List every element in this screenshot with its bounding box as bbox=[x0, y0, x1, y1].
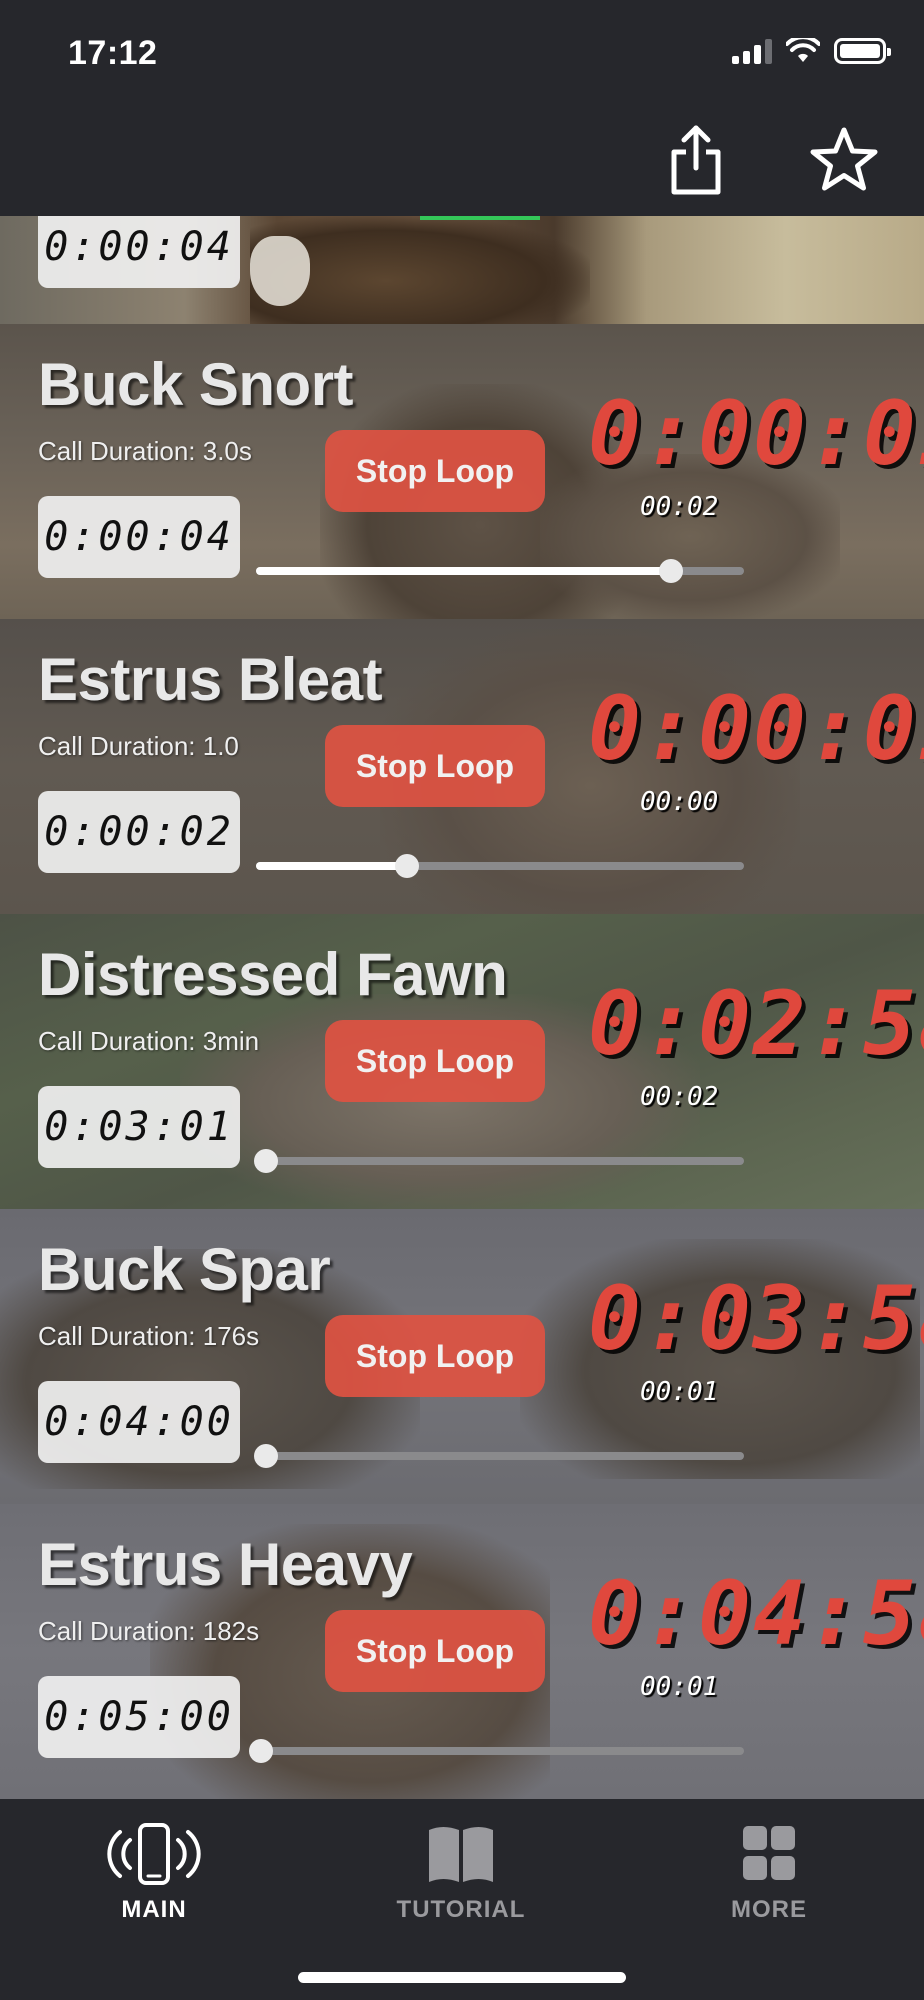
call-list[interactable]: 0:00:04 Buck Snort Call Duration: 3.0s 0… bbox=[0, 216, 924, 1804]
tab-label: TUTORIAL bbox=[396, 1896, 526, 1923]
tab-main[interactable]: MAIN bbox=[54, 1822, 254, 1932]
elapsed-clock: 00:01 bbox=[640, 1377, 719, 1407]
progress-slider[interactable] bbox=[253, 1444, 744, 1468]
call-row-distressed-fawn[interactable]: Distressed Fawn Call Duration: 3min 0:02… bbox=[0, 914, 924, 1209]
nav-bar bbox=[0, 110, 924, 216]
countdown-clock: 0:03:58 bbox=[588, 1267, 924, 1370]
elapsed-clock: 00:00 bbox=[640, 787, 719, 817]
slider-thumb[interactable] bbox=[658, 559, 683, 583]
tab-label: MAIN bbox=[121, 1896, 187, 1923]
cellular-signal-icon bbox=[732, 38, 772, 64]
stop-loop-button[interactable]: Stop Loop bbox=[325, 430, 545, 512]
call-title: Estrus Bleat bbox=[38, 646, 383, 713]
elapsed-clock: 00:01 bbox=[640, 1672, 719, 1702]
star-icon[interactable] bbox=[808, 120, 880, 200]
countdown-clock: 0:00:01 bbox=[588, 677, 924, 780]
tab-label: MORE bbox=[731, 1896, 807, 1923]
grid-icon bbox=[743, 1826, 795, 1880]
progress-slider[interactable] bbox=[248, 1739, 744, 1763]
partial-timer[interactable]: 0:00:04 bbox=[38, 216, 240, 288]
call-duration: Call Duration: 182s bbox=[38, 1616, 260, 1646]
call-row-estrus-bleat[interactable]: Estrus Bleat Call Duration: 1.0 0:00:01 … bbox=[0, 619, 924, 914]
tab-more[interactable]: MORE bbox=[669, 1822, 869, 1932]
loop-timer[interactable]: 0:04:00 bbox=[38, 1381, 240, 1463]
call-row-buck-snort[interactable]: Buck Snort Call Duration: 3.0s 0:00:01 0… bbox=[0, 324, 924, 619]
loop-timer[interactable]: 0:03:01 bbox=[38, 1086, 240, 1168]
elapsed-clock: 00:02 bbox=[640, 1082, 719, 1112]
stop-loop-button[interactable]: Stop Loop bbox=[325, 725, 545, 807]
progress-slider[interactable] bbox=[256, 559, 744, 583]
battery-icon bbox=[834, 38, 891, 64]
call-row-buck-spar[interactable]: Buck Spar Call Duration: 176s 0:03:58 00… bbox=[0, 1209, 924, 1504]
elapsed-clock: 00:02 bbox=[640, 492, 719, 522]
loop-timer[interactable]: 0:00:02 bbox=[38, 791, 240, 873]
loop-timer[interactable]: 0:00:04 bbox=[38, 496, 240, 578]
countdown-clock: 0:00:01 bbox=[588, 382, 924, 485]
phone-vibrate-icon bbox=[107, 1823, 201, 1885]
call-row-estrus-heavy[interactable]: Estrus Heavy Call Duration: 182s 0:04:58… bbox=[0, 1504, 924, 1799]
tab-bar: MAIN TUTORIAL MORE bbox=[0, 1804, 924, 2000]
progress-slider[interactable] bbox=[256, 854, 744, 878]
slider-thumb[interactable] bbox=[253, 1444, 278, 1468]
home-indicator bbox=[298, 1972, 626, 1983]
call-duration: Call Duration: 1.0 bbox=[38, 731, 239, 761]
status-bar: 17:12 bbox=[0, 0, 924, 110]
status-time: 17:12 bbox=[68, 34, 158, 72]
slider-fill bbox=[256, 862, 408, 870]
countdown-clock: 0:02:58 bbox=[588, 972, 924, 1075]
call-title: Estrus Heavy bbox=[38, 1531, 413, 1598]
call-title: Distressed Fawn bbox=[38, 941, 508, 1008]
wifi-icon bbox=[786, 38, 820, 62]
call-duration: Call Duration: 3.0s bbox=[38, 436, 252, 466]
tab-tutorial[interactable]: TUTORIAL bbox=[361, 1822, 561, 1932]
book-icon bbox=[429, 1827, 493, 1882]
call-title: Buck Spar bbox=[38, 1236, 331, 1303]
status-icons bbox=[732, 38, 891, 64]
countdown-clock: 0:04:58 bbox=[588, 1562, 924, 1665]
stop-loop-button[interactable]: Stop Loop bbox=[325, 1610, 545, 1692]
call-title: Buck Snort bbox=[38, 351, 354, 418]
stop-loop-button[interactable]: Stop Loop bbox=[325, 1020, 545, 1102]
call-duration: Call Duration: 3min bbox=[38, 1026, 260, 1056]
slider-thumb[interactable] bbox=[253, 1149, 278, 1173]
share-icon[interactable] bbox=[660, 120, 732, 200]
call-duration: Call Duration: 176s bbox=[38, 1321, 260, 1351]
slider-fill bbox=[256, 567, 671, 575]
partial-call-row[interactable]: 0:00:04 bbox=[0, 216, 924, 324]
slider-thumb[interactable] bbox=[248, 1739, 273, 1763]
stop-loop-button[interactable]: Stop Loop bbox=[325, 1315, 545, 1397]
loop-timer[interactable]: 0:05:00 bbox=[38, 1676, 240, 1758]
progress-slider[interactable] bbox=[253, 1149, 744, 1173]
